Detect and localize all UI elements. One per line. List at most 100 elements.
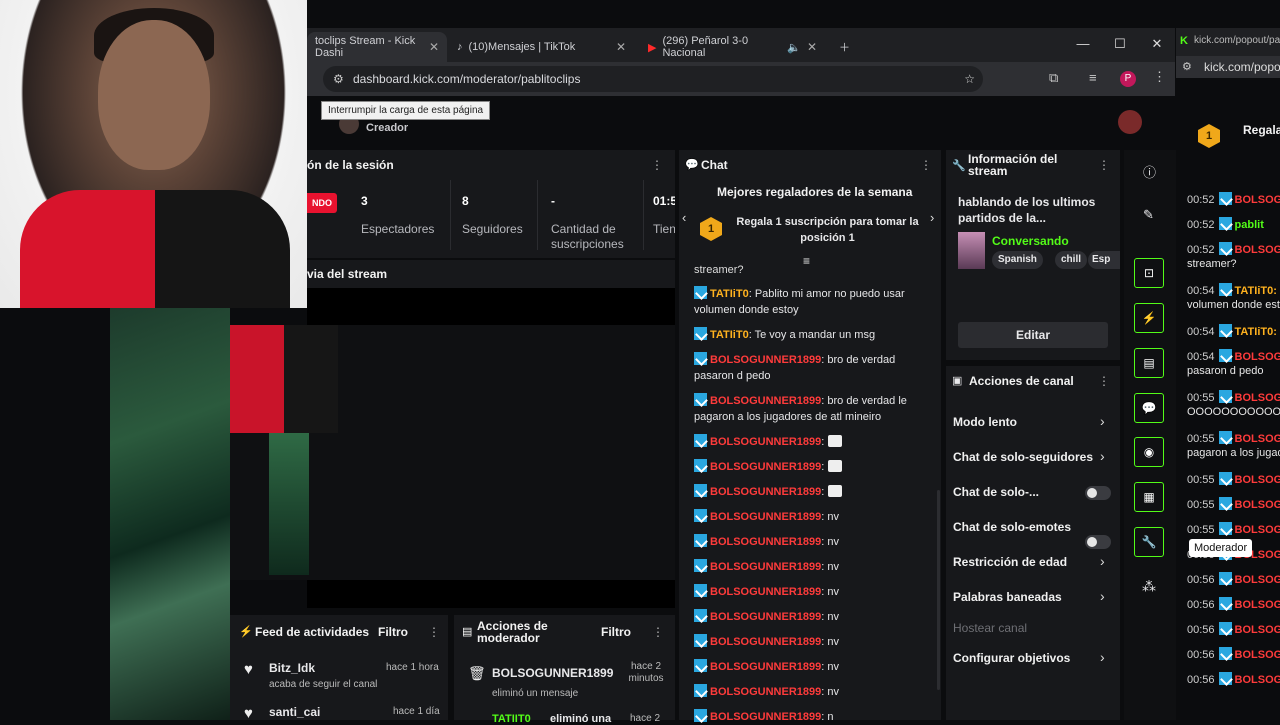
chat-username[interactable]: BOLSOG [1235, 351, 1280, 363]
channel-action-row[interactable]: Chat de solo-emotes [953, 520, 1113, 534]
chat-username[interactable]: BOLSOGUNNER1899 [710, 686, 821, 698]
activity-filter-button[interactable]: Filtro [378, 625, 408, 639]
chevron-right-icon[interactable]: › [1100, 413, 1105, 429]
chat-username[interactable]: BOLSOG [1235, 524, 1280, 536]
speaker-icon[interactable]: 🔈 [787, 41, 801, 54]
chat-username[interactable]: BOLSOGUNNER1899 [710, 395, 821, 407]
star-icon[interactable]: ☆ [964, 66, 975, 92]
tag-chip[interactable]: chill [1055, 251, 1088, 269]
kebab-icon[interactable]: ⋮ [1098, 158, 1110, 172]
chat-username[interactable]: pablit [1235, 219, 1264, 231]
user-avatar[interactable] [1118, 110, 1142, 134]
chat-bubble-icon[interactable]: 💬 [1134, 393, 1164, 423]
address-bar[interactable]: ⚙ dashboard.kick.com/moderator/pablitocl… [323, 66, 983, 92]
chat-username[interactable]: TATIiT0: [1235, 285, 1277, 297]
wrench-icon[interactable]: 🔧 [1134, 527, 1164, 557]
broadcast-icon[interactable]: ◉ [1134, 437, 1164, 467]
popout-tab-url[interactable]: kick.com/popout/pa [1194, 35, 1280, 46]
chat-username[interactable]: BOLSOG [1235, 392, 1280, 404]
chat-username[interactable]: BOLSOG [1235, 649, 1280, 661]
chevron-left-icon[interactable]: ‹ [682, 210, 686, 225]
kebab-icon[interactable]: ⋮ [1098, 374, 1110, 388]
channel-action-row[interactable]: Modo lento [953, 415, 1113, 429]
info-icon[interactable]: ⓘ [1143, 162, 1156, 181]
document-icon[interactable]: ▤ [1134, 348, 1164, 378]
chat-username[interactable]: BOLSOGUNNER1899 [710, 511, 821, 523]
close-icon[interactable]: ✕ [807, 40, 817, 54]
chevron-right-icon[interactable]: › [1100, 553, 1105, 569]
kebab-icon[interactable]: ⋮ [920, 158, 932, 172]
chat-username[interactable]: BOLSOGUNNER1899 [710, 461, 821, 473]
chevron-right-icon[interactable]: › [1100, 588, 1105, 604]
tab-tiktok[interactable]: ♪ (10)Mensajes | TikTok ✕ [449, 32, 634, 62]
layout-icon[interactable]: ▦ [1134, 482, 1164, 512]
tag-chip[interactable]: Spanish [992, 251, 1043, 269]
kebab-icon[interactable]: ⋮ [652, 625, 664, 639]
site-settings-icon[interactable]: ⚙ [1182, 60, 1192, 73]
tab-kick-dashboard[interactable]: toclips Stream - Kick Dashi ✕ [307, 32, 447, 62]
chat-username[interactable]: BOLSOGUNNER1899 [710, 661, 821, 673]
chat-scrollbar[interactable] [937, 490, 940, 690]
site-settings-icon[interactable]: ⚙ [333, 66, 344, 92]
channel-action-row[interactable]: Palabras baneadas [953, 590, 1113, 604]
chat-username[interactable]: TATIiT0 [710, 329, 749, 341]
pencil-icon[interactable]: ✎ [1143, 207, 1154, 223]
chevron-right-icon[interactable]: › [1100, 649, 1105, 665]
kebab-icon[interactable]: ⋮ [428, 625, 440, 639]
bolt-icon[interactable]: ⚡ [1134, 303, 1164, 333]
chat-username[interactable]: BOLSOG [1235, 624, 1280, 636]
chat-username[interactable]: BOLSOGUNNER1899 [710, 486, 821, 498]
category-name[interactable]: Conversando [992, 234, 1069, 248]
new-tab-button[interactable]: ＋ [831, 32, 855, 62]
maximize-icon[interactable]: ☐ [1102, 28, 1138, 60]
chat-message: BOLSOGUNNER1899: [694, 459, 934, 475]
chat-username[interactable]: BOLSOG [1235, 244, 1280, 256]
category-thumbnail[interactable] [958, 232, 985, 269]
popout-addressbar[interactable]: ⚙ kick.com/popout/ [1176, 56, 1280, 78]
extensions-icon[interactable]: ⧉ [1049, 70, 1058, 86]
minimize-icon[interactable]: — [1065, 28, 1101, 60]
chat-username[interactable]: BOLSOG [1235, 474, 1280, 486]
grid-dots-icon[interactable]: ⁂ [1142, 578, 1156, 595]
chat-username[interactable]: BOLSOGUNNER1899 [710, 561, 821, 573]
chevron-right-icon[interactable]: › [930, 210, 934, 225]
close-window-icon[interactable]: ✕ [1139, 28, 1175, 60]
media-icon[interactable]: ≡ [1089, 70, 1097, 85]
chat-username[interactable]: BOLSOGUNNER1899 [710, 586, 821, 598]
toggle-switch[interactable] [1085, 535, 1111, 549]
chat-username[interactable]: TATIiT0: [1235, 326, 1277, 338]
chat-username[interactable]: BOLSOG [1235, 499, 1280, 511]
chat-username[interactable]: BOLSOGUNNER1899 [710, 636, 821, 648]
activity-user[interactable]: santi_cai [269, 705, 320, 719]
chevron-right-icon[interactable]: › [1100, 448, 1105, 464]
screenshot-icon[interactable]: ⊡ [1134, 258, 1164, 288]
toggle-switch[interactable] [1085, 486, 1111, 500]
activity-user[interactable]: Bitz_Idk [269, 661, 315, 675]
chat-username[interactable]: BOLSOGUNNER1899 [710, 611, 821, 623]
channel-action-row[interactable]: Chat de solo-seguidores [953, 450, 1113, 464]
chat-username[interactable]: BOLSOGUNNER1899 [710, 536, 821, 548]
mod-filter-button[interactable]: Filtro [601, 625, 631, 639]
mod-user[interactable]: TATIIT0 [492, 713, 531, 725]
close-icon[interactable]: ✕ [616, 40, 626, 54]
chat-username[interactable]: BOLSOG [1235, 599, 1280, 611]
close-icon[interactable]: ✕ [429, 40, 439, 54]
filter-icon[interactable]: ≡ [803, 254, 810, 268]
chat-username[interactable]: BOLSOGUNNER1899 [710, 436, 821, 448]
chat-username[interactable]: BOLSOG [1235, 574, 1280, 586]
chat-username[interactable]: BOLSOGUNNER1899 [710, 711, 821, 723]
tab-youtube[interactable]: ▶ (296) Peñarol 3-0 Nacional 🔈 ✕ [640, 32, 825, 62]
kebab-icon[interactable]: ⋮ [651, 158, 663, 172]
mod-user[interactable]: BOLSOGUNNER1899 [492, 666, 613, 680]
chat-username[interactable]: BOLSOGUNNER1899 [710, 354, 821, 366]
profile-avatar[interactable]: P [1120, 71, 1136, 87]
menu-icon[interactable]: ⋮ [1153, 69, 1166, 85]
tag-chip[interactable]: Esp [1088, 251, 1120, 269]
chat-username[interactable]: BOLSOG [1235, 194, 1280, 206]
chat-username[interactable]: BOLSOG [1235, 674, 1280, 686]
chat-username[interactable]: TATIiT0 [710, 288, 749, 300]
chat-username[interactable]: BOLSOG [1235, 433, 1280, 445]
edit-button[interactable]: Editar [958, 322, 1108, 348]
channel-action-row[interactable]: Configurar objetivos [953, 651, 1113, 665]
channel-action-row[interactable]: Restricción de edad [953, 555, 1113, 569]
